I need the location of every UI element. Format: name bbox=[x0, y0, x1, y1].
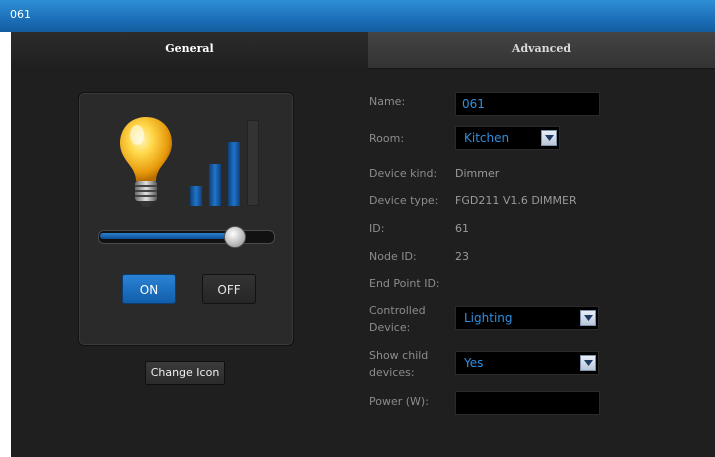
slider-thumb[interactable] bbox=[224, 226, 246, 248]
room-label: Room: bbox=[369, 132, 405, 145]
on-button[interactable]: ON bbox=[122, 274, 176, 304]
title-bar: 061 bbox=[0, 0, 715, 32]
off-button[interactable]: OFF bbox=[202, 274, 256, 304]
chevron-down-icon[interactable] bbox=[580, 310, 596, 326]
device-type-label: Device type: bbox=[369, 194, 439, 207]
power-label: Power (W): bbox=[369, 395, 429, 408]
light-bulb-icon bbox=[120, 117, 172, 207]
tab-general[interactable]: General bbox=[11, 32, 368, 68]
controlled-device-label-line1: Controlled bbox=[369, 304, 426, 317]
device-panel: General Advanced ON OFF Change Icon Name… bbox=[11, 32, 715, 457]
device-kind-value: Dimmer bbox=[455, 167, 500, 180]
signal-bar-3 bbox=[228, 142, 240, 206]
show-child-label-line1: Show child bbox=[369, 349, 429, 362]
device-type-value: FGD211 V1.6 DIMMER bbox=[455, 194, 577, 207]
room-select-value: Kitchen bbox=[464, 131, 510, 145]
name-label: Name: bbox=[369, 95, 406, 108]
show-child-label-line2: devices: bbox=[369, 366, 415, 379]
signal-bar-2 bbox=[209, 164, 221, 206]
brightness-slider[interactable] bbox=[98, 226, 275, 248]
controlled-device-value: Lighting bbox=[464, 311, 513, 325]
id-label: ID: bbox=[369, 222, 385, 235]
id-value: 61 bbox=[455, 222, 469, 235]
device-kind-label: Device kind: bbox=[369, 167, 438, 180]
device-preview: ON OFF bbox=[78, 92, 294, 346]
change-icon-button[interactable]: Change Icon bbox=[145, 361, 225, 385]
node-id-value: 23 bbox=[455, 250, 469, 263]
window-title: 061 bbox=[10, 8, 31, 21]
show-child-devices-select[interactable]: Yes bbox=[455, 351, 599, 375]
room-select[interactable]: Kitchen bbox=[455, 126, 560, 150]
chevron-down-icon[interactable] bbox=[541, 130, 557, 146]
signal-bar-1 bbox=[190, 186, 202, 206]
chevron-down-icon[interactable] bbox=[580, 355, 596, 371]
show-child-devices-value: Yes bbox=[464, 356, 484, 370]
signal-bar-4 bbox=[247, 120, 259, 206]
slider-fill bbox=[100, 233, 235, 239]
power-input[interactable] bbox=[455, 391, 600, 415]
name-input[interactable]: 061 bbox=[455, 92, 600, 116]
signal-bars bbox=[190, 120, 260, 206]
controlled-device-select[interactable]: Lighting bbox=[455, 306, 599, 330]
controlled-device-label-line2: Device: bbox=[369, 321, 411, 334]
end-point-id-label: End Point ID: bbox=[369, 277, 440, 290]
node-id-label: Node ID: bbox=[369, 250, 417, 263]
tab-advanced[interactable]: Advanced bbox=[368, 32, 715, 69]
